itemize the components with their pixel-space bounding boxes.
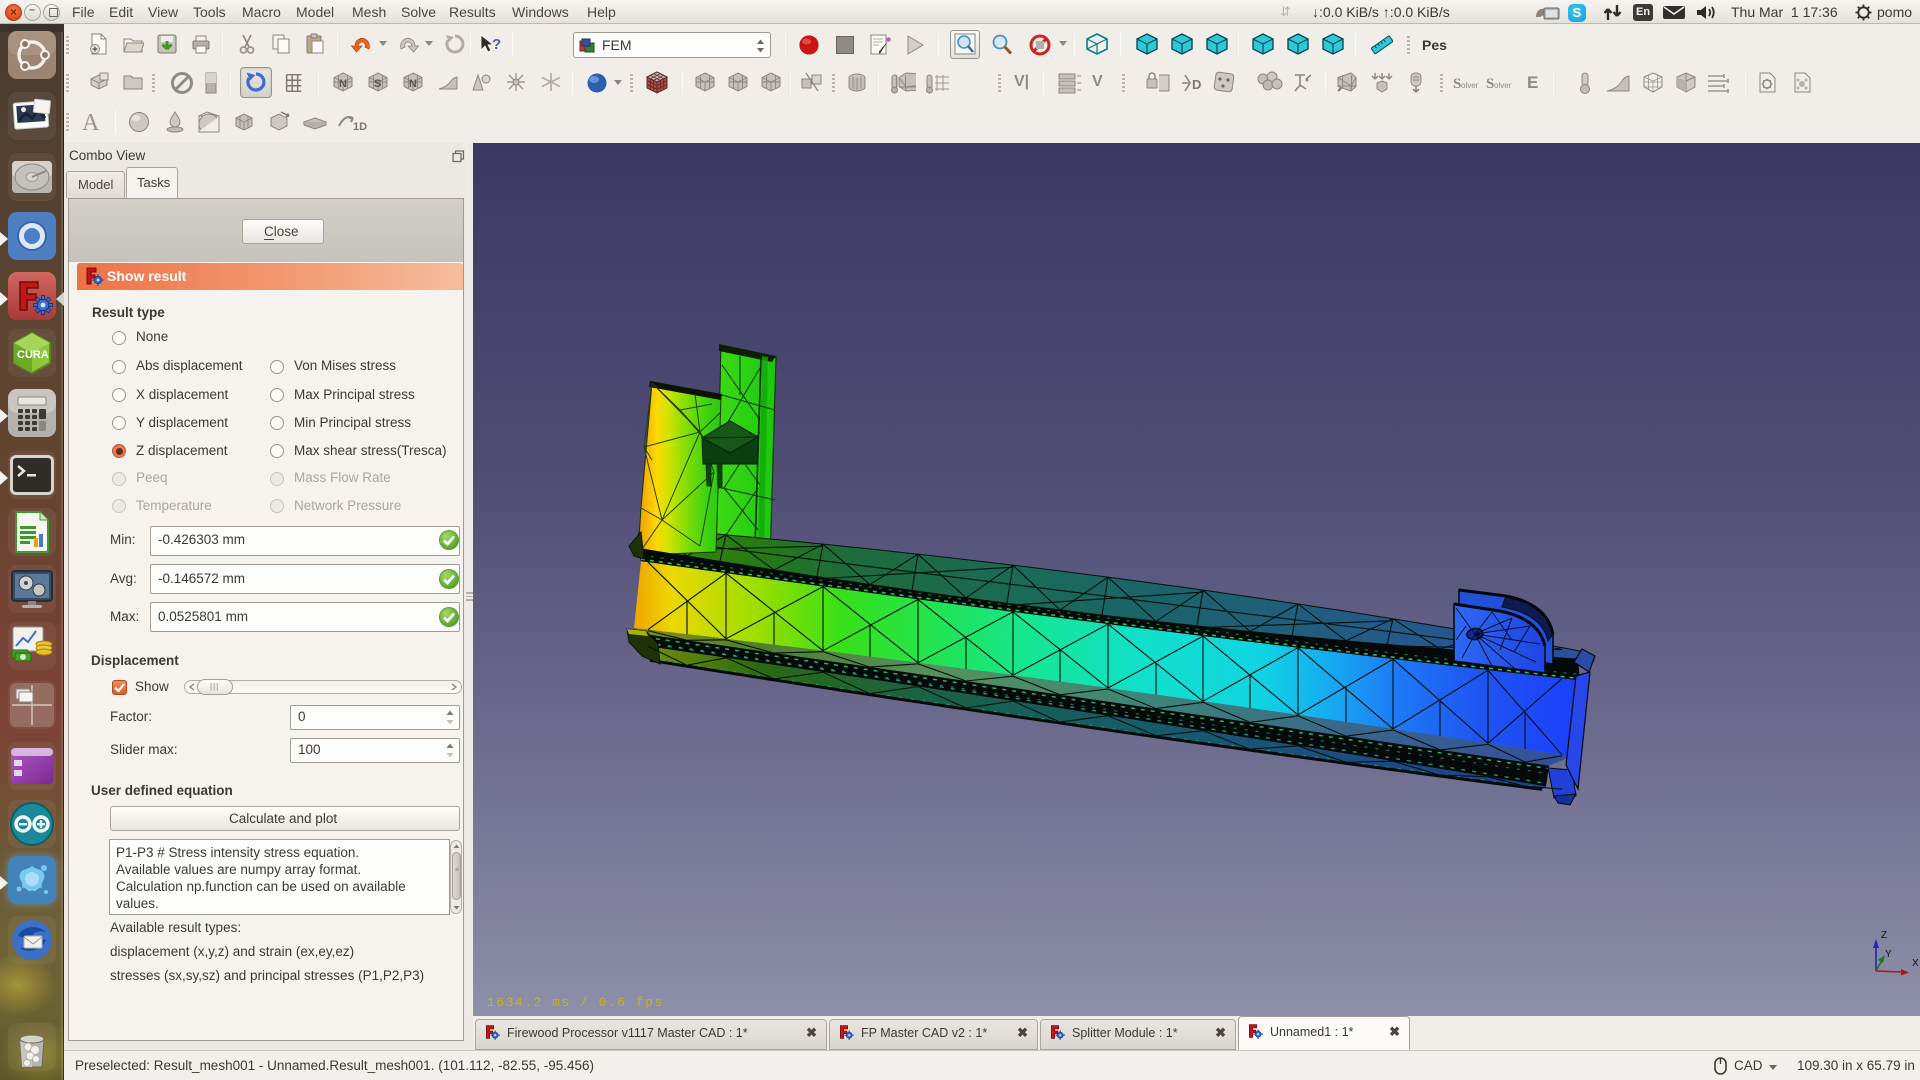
svg-text:CURA: CURA: [17, 349, 49, 361]
svg-text:D: D: [1192, 77, 1201, 92]
svg-text:olver: olver: [1494, 81, 1512, 90]
svg-text:olver: olver: [1461, 81, 1479, 90]
svg-text:?: ?: [492, 36, 501, 53]
svg-text:N: N: [409, 78, 417, 90]
svg-text:Z: Z: [1881, 930, 1887, 941]
svg-text:X: X: [1912, 958, 1919, 969]
svg-text:S: S: [374, 78, 381, 90]
svg-text:1D: 1D: [353, 121, 367, 133]
svg-text:Y: Y: [1885, 949, 1892, 960]
svg-text:N: N: [339, 78, 347, 90]
